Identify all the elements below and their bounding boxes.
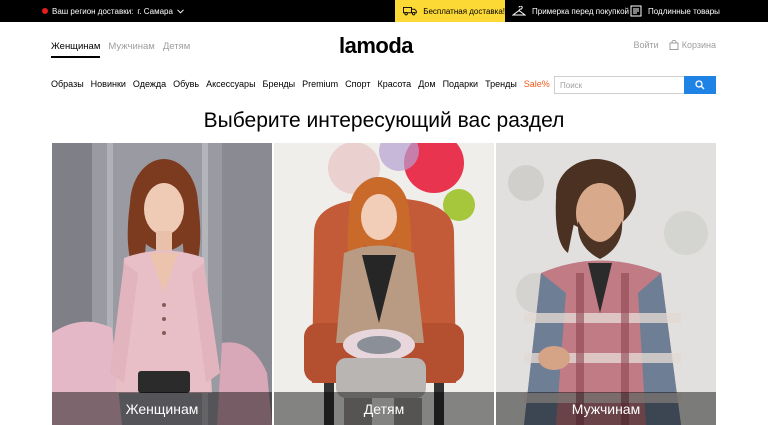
original-perk[interactable]: Подлинные товары [630,0,720,22]
cart-link[interactable]: Корзина [669,40,716,50]
top-bar: Ваш регион доставки: г. Самара Бесплатна… [0,0,768,22]
nav-item-sport[interactable]: Спорт [345,79,370,89]
nav-item-gifts[interactable]: Подарки [443,79,479,89]
original-label: Подлинные товары [648,6,720,16]
nav-item-clothing[interactable]: Одежда [133,79,166,89]
nav-item-shoes[interactable]: Обувь [173,79,199,89]
search-box [554,76,716,94]
chevron-down-icon [177,8,184,14]
kids-photo [274,143,494,425]
search-button[interactable] [684,76,716,94]
truck-icon [403,7,417,16]
men-photo [496,143,716,425]
fitting-label: Примерка перед покупкой [532,6,630,16]
header-actions: Войти Корзина [634,40,716,50]
login-link[interactable]: Войти [634,40,659,50]
category-cards: Женщинам Детям Мужчинам [52,143,716,425]
nav-item-trends[interactable]: Тренды [485,79,517,89]
fitting-perk[interactable]: Примерка перед покупкой [512,0,629,22]
tab-men[interactable]: Мужчинам [108,41,154,58]
location-dot [42,8,48,14]
region-selector[interactable]: Ваш регион доставки: г. Самара [42,0,184,22]
page-title: Выберите интересующий вас раздел [203,109,565,132]
card-women-label: Женщинам [52,392,272,425]
nav-item-brands[interactable]: Бренды [263,79,296,89]
search-input[interactable] [554,76,684,94]
receipt-icon [630,5,642,17]
search-icon [695,80,705,90]
promo-label: Бесплатная доставка! [423,6,505,16]
free-delivery-promo[interactable]: Бесплатная доставка! [395,0,505,22]
cart-label: Корзина [681,40,716,50]
logo[interactable]: lamoda [339,33,414,59]
region-label: Ваш регион доставки: [52,6,134,16]
gender-tabs: Женщинам Мужчинам Детям [51,41,190,58]
card-men[interactable]: Мужчинам [496,143,716,425]
region-city[interactable]: г. Самара [137,7,173,16]
card-kids-label: Детям [274,392,494,425]
nav-item-premium[interactable]: Premium [302,79,338,89]
card-kids[interactable]: Детям [274,143,494,425]
category-nav: Образы Новинки Одежда Обувь Аксессуары Б… [51,79,550,89]
card-women[interactable]: Женщинам [52,143,272,425]
nav-item-looks[interactable]: Образы [51,79,84,89]
women-photo [52,143,272,425]
nav-item-accessories[interactable]: Аксессуары [206,79,255,89]
nav-item-new[interactable]: Новинки [91,79,126,89]
nav-item-home[interactable]: Дом [418,79,435,89]
card-men-label: Мужчинам [496,392,716,425]
hanger-icon [512,5,526,15]
nav-item-beauty[interactable]: Красота [377,79,411,89]
tab-women[interactable]: Женщинам [51,41,101,58]
nav-item-sale[interactable]: Sale% [524,79,550,89]
tab-kids[interactable]: Детям [163,41,190,58]
bag-icon [669,40,679,50]
